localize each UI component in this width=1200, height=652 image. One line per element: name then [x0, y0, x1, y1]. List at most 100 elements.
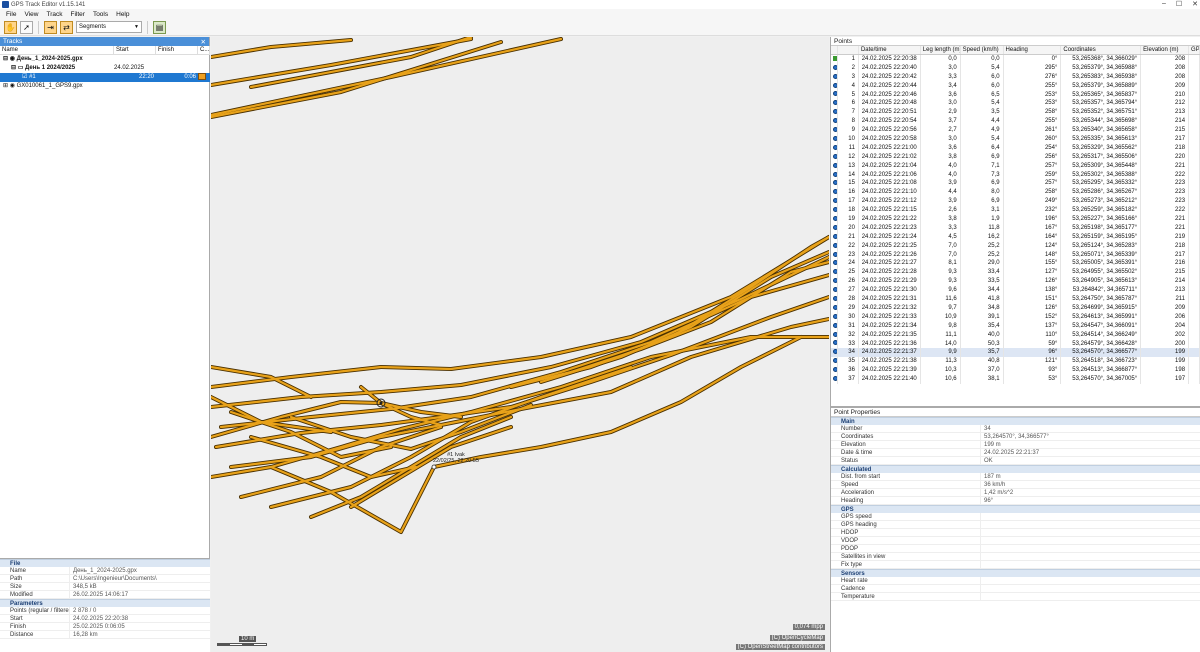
- track-label-time: 22/02/25, 22:20:55: [433, 458, 479, 464]
- menu-tools[interactable]: Tools: [93, 11, 108, 18]
- cell-number: 29: [838, 303, 859, 313]
- table-row[interactable]: 14 24.02.2025 22:21:06 4,0 7,3 259° 53,265302…: [831, 170, 1200, 180]
- col-icon[interactable]: [831, 46, 838, 54]
- table-row[interactable]: 20 24.02.2025 22:21:23 3,3 11,8 167° 53,26519…: [831, 223, 1200, 233]
- cell-elevation: 200: [1141, 339, 1190, 349]
- col-datetime[interactable]: Date/time: [859, 46, 921, 54]
- table-row[interactable]: 35 24.02.2025 22:21:38 11,3 40,8 121° 53,2645…: [831, 357, 1200, 367]
- col-start[interactable]: Start: [114, 46, 156, 54]
- menu-track[interactable]: Track: [46, 11, 62, 18]
- prop-value[interactable]: 53,264570°, 34,366577°: [981, 433, 1049, 440]
- expand-icon[interactable]: ⊟: [11, 65, 16, 71]
- table-row[interactable]: 9 24.02.2025 22:20:56 2,7 4,9 261° 53,265340°…: [831, 126, 1200, 136]
- menu-view[interactable]: View: [24, 11, 38, 18]
- checkbox-icon[interactable]: ☑: [22, 74, 27, 80]
- maximize-icon[interactable]: ☐: [1176, 0, 1182, 8]
- cell-coordinates: 53,265159°, 34,365195°: [1061, 232, 1142, 242]
- point-icon: [831, 135, 838, 144]
- table-row[interactable]: 12 24.02.2025 22:21:02 3,8 6,9 256° 53,265317…: [831, 152, 1200, 162]
- table-row[interactable]: 24 24.02.2025 22:21:27 8,1 29,0 155° 53,26500…: [831, 259, 1200, 269]
- col-heading[interactable]: Heading: [1004, 46, 1062, 54]
- cell-elevation: 214: [1141, 117, 1190, 127]
- track-color-swatch[interactable]: [198, 73, 206, 80]
- cell-elevation: 208: [1141, 63, 1190, 73]
- table-row[interactable]: 31 24.02.2025 22:21:34 9,8 35,4 137° 53,26454…: [831, 321, 1200, 331]
- table-row[interactable]: 17 24.02.2025 22:21:12 3,9 6,9 249° 53,265273…: [831, 197, 1200, 207]
- table-row[interactable]: 25 24.02.2025 22:21:28 9,3 33,4 127° 53,26495…: [831, 268, 1200, 278]
- col-speed[interactable]: Speed (km/h): [961, 46, 1004, 54]
- prop-key: HDOP: [831, 529, 981, 536]
- table-row[interactable]: 19 24.02.2025 22:21:22 3,8 1,9 196° 53,265227…: [831, 215, 1200, 224]
- cell-number: 20: [838, 223, 859, 233]
- col-name[interactable]: Name: [0, 46, 114, 54]
- table-row[interactable]: 4 24.02.2025 22:20:44 3,4 6,0 255° 53,265379°…: [831, 81, 1200, 91]
- table-row[interactable]: 15 24.02.2025 22:21:08 3,9 6,9 257° 53,265295…: [831, 179, 1200, 189]
- table-row[interactable]: 29 24.02.2025 22:21:32 9,7 34,8 126° 53,26469…: [831, 303, 1200, 313]
- expand-icon[interactable]: ⊞: [3, 83, 8, 89]
- col-coordinates[interactable]: Coordinates: [1061, 46, 1142, 54]
- track-row-track[interactable]: ⊟ ▭ День 1 2024/2025 24.02.2025: [0, 64, 210, 73]
- table-row[interactable]: 6 24.02.2025 22:20:48 3,0 5,4 253° 53,265357°…: [831, 99, 1200, 109]
- table-row[interactable]: 10 24.02.2025 22:20:58 3,0 5,4 260° 53,265335…: [831, 135, 1200, 144]
- table-row[interactable]: 13 24.02.2025 22:21:04 4,0 7,1 257° 53,265309…: [831, 161, 1200, 171]
- hand-tool-icon[interactable]: ✋: [4, 20, 17, 34]
- table-row[interactable]: 22 24.02.2025 22:21:25 7,0 25,2 124° 53,26512…: [831, 241, 1200, 251]
- table-row[interactable]: 37 24.02.2025 22:21:40 10,6 38,1 53° 53,26457…: [831, 375, 1200, 384]
- table-row[interactable]: 23 24.02.2025 22:21:26 7,0 25,2 148° 53,26507…: [831, 250, 1200, 260]
- col-leg-length[interactable]: Leg length (m): [921, 46, 961, 54]
- table-row[interactable]: 26 24.02.2025 22:21:29 9,3 33,5 126° 53,26490…: [831, 277, 1200, 287]
- col-finish[interactable]: Finish: [156, 46, 198, 54]
- map-view[interactable]: #1 Ivak 22/02/25, 22:20:55 10 m 0,074 mp…: [211, 37, 829, 652]
- table-row[interactable]: 30 24.02.2025 22:21:33 10,9 39,1 152° 53,2646…: [831, 312, 1200, 322]
- cell-datetime: 24.02.2025 22:20:38: [859, 55, 921, 64]
- prop-value[interactable]: 24.02.2025 22:21:37: [981, 449, 1039, 456]
- close-icon[interactable]: ✕: [1192, 0, 1198, 8]
- table-row[interactable]: 1 24.02.2025 22:20:38 0,0 0,0 0° 53,265368°, …: [831, 55, 1200, 64]
- close-icon[interactable]: ✕: [201, 38, 209, 46]
- table-row[interactable]: 11 24.02.2025 22:21:00 3,6 6,4 254° 53,265329…: [831, 143, 1200, 153]
- table-row[interactable]: 7 24.02.2025 22:20:51 2,9 3,5 258° 53,265352°…: [831, 108, 1200, 118]
- map-attribution[interactable]: (C) OpenCycleMap: [769, 635, 825, 641]
- col-color[interactable]: C...: [198, 46, 210, 54]
- table-row[interactable]: 2 24.02.2025 22:20:40 3,0 5,4 295° 53,265379°…: [831, 63, 1200, 73]
- table-row[interactable]: 21 24.02.2025 22:21:24 4,5 16,2 164° 53,26515…: [831, 232, 1200, 242]
- table-row[interactable]: 8 24.02.2025 22:20:54 3,7 4,4 255° 53,265344°…: [831, 117, 1200, 127]
- cell-heading: 276°: [1004, 72, 1062, 82]
- track-row-file[interactable]: ⊞ ◉ GX010061_1_GPS9.gpx: [0, 82, 210, 91]
- cell-speed: 3,5: [961, 108, 1004, 118]
- table-row[interactable]: 28 24.02.2025 22:21:31 11,6 41,8 151° 53,2647…: [831, 295, 1200, 304]
- col-gps[interactable]: GP: [1189, 46, 1200, 54]
- mode-select[interactable]: Segments ▼: [76, 21, 142, 33]
- track-start-marker[interactable]: [431, 464, 437, 470]
- menu-file[interactable]: File: [6, 11, 16, 18]
- minimize-icon[interactable]: –: [1162, 0, 1166, 8]
- table-row[interactable]: 32 24.02.2025 22:21:35 11,1 40,0 110° 53,2645…: [831, 330, 1200, 340]
- pointer-tool-icon[interactable]: ➚: [20, 20, 33, 34]
- table-row[interactable]: 27 24.02.2025 22:21:30 9,6 34,4 138° 53,26484…: [831, 286, 1200, 296]
- table-row[interactable]: 36 24.02.2025 22:21:39 10,3 37,0 93° 53,26451…: [831, 366, 1200, 376]
- cell-coordinates: 53,265379°, 34,365988°: [1061, 63, 1142, 73]
- track-row-segment[interactable]: ☑ #1 22:20 0:06: [0, 73, 210, 82]
- join-segments-icon[interactable]: ⇄: [60, 20, 73, 34]
- track-row-file[interactable]: ⊟ ◉ День_1_2024-2025.gpx: [0, 55, 210, 64]
- table-row[interactable]: 5 24.02.2025 22:20:46 3,6 6,5 253° 53,265365°…: [831, 90, 1200, 100]
- table-row[interactable]: 16 24.02.2025 22:21:10 4,4 8,0 258° 53,265286…: [831, 188, 1200, 198]
- expand-icon[interactable]: ⊟: [3, 56, 8, 62]
- points-panel: Points Date/time Leg length (m) Speed (k…: [830, 37, 1200, 652]
- map-attribution[interactable]: (C) OpenStreetMap contributors: [735, 644, 825, 650]
- table-row[interactable]: 3 24.02.2025 22:20:42 3,3 6,0 276° 53,265383°…: [831, 72, 1200, 82]
- prop-value[interactable]: 199 m: [981, 441, 1001, 448]
- menu-filter[interactable]: Filter: [70, 11, 84, 18]
- point-properties-panel: Point Properties Main Number 34 Coordinat…: [831, 406, 1200, 652]
- layers-icon[interactable]: ▤: [153, 20, 166, 34]
- menu-help[interactable]: Help: [116, 11, 129, 18]
- split-track-icon[interactable]: ⇥: [44, 20, 57, 34]
- table-row[interactable]: 34 24.02.2025 22:21:37 9,9 35,7 96° 53,264570…: [831, 348, 1200, 358]
- prop-row: Date & time 24.02.2025 22:21:37: [831, 449, 1200, 457]
- table-row[interactable]: 33 24.02.2025 22:21:36 14,0 50,3 59° 53,26457…: [831, 339, 1200, 349]
- col-elevation[interactable]: Elevation (m): [1141, 46, 1190, 54]
- cell-elevation: 223: [1141, 188, 1190, 198]
- cell-coordinates: 53,264955°, 34,365502°: [1061, 268, 1142, 278]
- col-number[interactable]: [838, 46, 859, 54]
- table-row[interactable]: 18 24.02.2025 22:21:15 2,6 3,1 232° 53,265259…: [831, 206, 1200, 216]
